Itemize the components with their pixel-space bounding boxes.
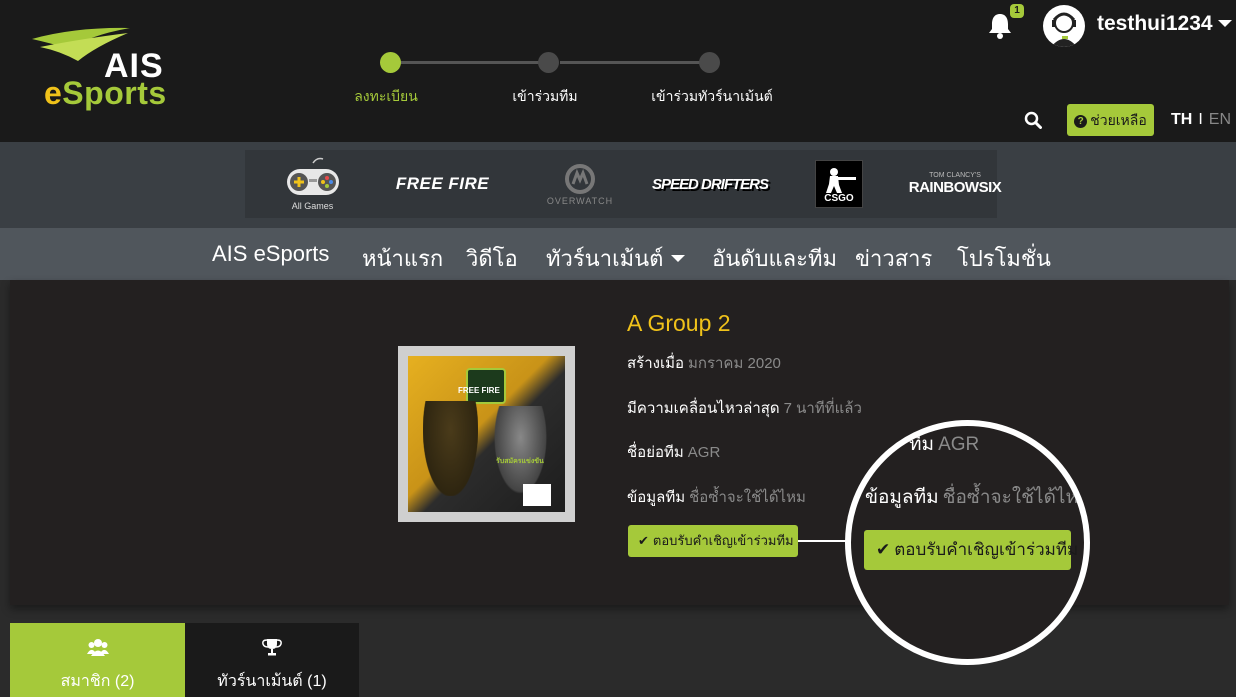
game-overwatch[interactable]: OVERWATCH — [540, 150, 620, 218]
tab-tournaments[interactable]: ทัวร์นาเม้นต์ (1) — [185, 623, 359, 697]
nav-item-promotions[interactable]: โปรโมชั่น — [957, 241, 1051, 276]
team-poster: FREE FIRE รับสมัครแข่งขัน — [408, 356, 565, 512]
zoom-info-row: ข้อมูลทีม ชื่อซ้ำจะใช้ได้ไหม — [865, 487, 1090, 508]
ais-esports-logo[interactable]: AIS eSports — [30, 25, 175, 115]
nav-item-video[interactable]: วิดีโอ — [466, 241, 518, 276]
zoom-callout: ทีม AGR ข้อมูลทีม ชื่อซ้ำจะใช้ได้ไหม ✔ ตอบร… — [845, 420, 1090, 665]
nav-item-news[interactable]: ข่าวสาร — [855, 241, 932, 276]
step-dot-join-tournament — [699, 52, 720, 73]
step-label-join-team: เข้าร่วมทีม — [512, 88, 578, 104]
question-circle-icon: ? — [1074, 115, 1088, 128]
registration-stepper: ลงทะเบียน เข้าร่วมทีม เข้าร่วมทัวร์นาเม้… — [350, 50, 790, 110]
nav-item-ais-esports[interactable]: AIS eSports — [212, 241, 329, 267]
step-label-register: ลงทะเบียน — [354, 88, 418, 104]
logo-esports-text: eSports — [44, 75, 167, 111]
team-name: A Group 2 — [627, 310, 731, 336]
main-nav: AIS eSports หน้าแรก วิดีโอ ทัวร์นาเม้นต์… — [0, 228, 1236, 280]
team-last-active-row: มีความเคลื่อนไหวล่าสุด 7 นาทีที่แล้ว — [627, 400, 862, 417]
step-connector — [560, 61, 710, 64]
tab-members[interactable]: สมาชิก (2) — [10, 623, 185, 697]
user-menu-caret-icon[interactable] — [1218, 20, 1232, 27]
game-speed-drifters[interactable]: SPEED DRIFTERS — [650, 150, 770, 218]
username[interactable]: testhui1234 — [1097, 12, 1213, 36]
help-button[interactable]: ? ช่วยเหลือ — [1067, 104, 1154, 136]
nav-item-rankings[interactable]: อันดับและทีม — [712, 241, 837, 276]
users-icon — [86, 639, 109, 656]
zoom-short-name-row: ทีม AGR — [909, 434, 980, 455]
team-created-row: สร้างเมื่อ มกราคม 2020 — [627, 355, 781, 372]
check-icon: ✔ — [638, 533, 649, 548]
language-switcher: TH I EN — [1171, 111, 1232, 128]
avatar-person-icon — [1051, 12, 1077, 47]
poster-soldier-grey — [493, 406, 548, 496]
game-free-fire[interactable]: FREE FIRE — [385, 150, 500, 218]
check-icon: ✔ — [876, 540, 891, 559]
overwatch-icon — [565, 164, 595, 194]
lang-en[interactable]: EN — [1209, 111, 1231, 128]
header: AIS eSports ลงทะเบียน เข้าร่วมทีม เข้าร่… — [0, 0, 1236, 142]
notification-badge: 1 — [1010, 4, 1024, 18]
step-label-join-tournament: เข้าร่วมทัวร์นาเม้นต์ — [651, 88, 773, 104]
soldier-silhouette-icon — [826, 168, 856, 193]
avatar[interactable] — [1043, 5, 1085, 47]
trophy-icon — [262, 639, 282, 656]
game-csgo[interactable]: CSGO — [813, 150, 865, 218]
zoom-accept-invitation-button[interactable]: ✔ ตอบรับคำเชิญเข้าร่วมทีม — [864, 530, 1078, 570]
game-rainbow-six[interactable]: TOM CLANCY'S RAINBOWSIX — [905, 150, 1005, 218]
step-dot-join-team — [538, 52, 559, 73]
poster-sponsor-box — [523, 484, 551, 506]
step-dot-register — [380, 52, 401, 73]
team-info-row: ข้อมูลทีม ชื่อซ้ำจะใช้ได้ไหม — [627, 489, 806, 506]
zoom-content: ทีม AGR ข้อมูลทีม ชื่อซ้ำจะใช้ได้ไหม ✔ ตอบร… — [851, 426, 1090, 659]
accept-invitation-button[interactable]: ✔ ตอบรับคำเชิญเข้าร่วมทีม — [628, 525, 798, 557]
nav-item-home[interactable]: หน้าแรก — [362, 241, 443, 276]
poster-soldier-gold — [423, 401, 478, 496]
game-all-games[interactable]: All Games — [275, 150, 350, 218]
games-strip: All Games FREE FIRE OVERWATCH SPEED DRIF… — [245, 150, 1002, 218]
step-connector — [400, 61, 550, 64]
games-bar: All Games FREE FIRE OVERWATCH SPEED DRIF… — [0, 142, 1236, 228]
chevron-down-icon — [671, 255, 686, 262]
search-icon[interactable] — [1024, 111, 1042, 129]
gamepad-icon — [286, 157, 339, 195]
csgo-logo: CSGO — [815, 160, 863, 208]
team-short-name-row: ชื่อย่อทีม AGR — [627, 444, 721, 461]
team-image: FREE FIRE รับสมัครแข่งขัน — [398, 346, 575, 522]
lang-th[interactable]: TH — [1171, 111, 1192, 128]
nav-item-tournament[interactable]: ทัวร์นาเม้นต์ — [546, 241, 686, 276]
